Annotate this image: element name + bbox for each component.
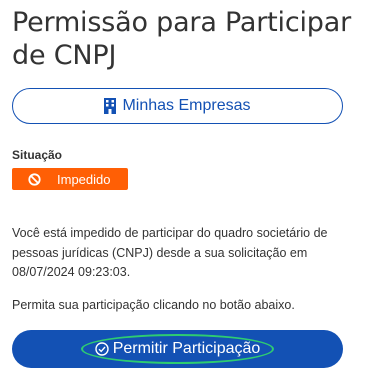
allow-participation-highlight: Permitir Participação [80, 334, 275, 364]
status-badge: Impedido [12, 168, 128, 190]
my-companies-label: Minhas Empresas [122, 97, 251, 114]
check-circle-icon [94, 342, 109, 356]
block-icon [28, 172, 41, 186]
page: Permissão para Participar de CNPJ Minhas… [0, 0, 370, 386]
my-companies-button[interactable]: Minhas Empresas [12, 88, 343, 124]
allow-participation-label: Permitir Participação [112, 340, 261, 357]
status-label: Situação [12, 148, 63, 162]
building-icon [104, 98, 117, 114]
hint-text: Permita sua participação clicando no bot… [12, 298, 295, 312]
status-badge-text: Impedido [57, 171, 111, 187]
allow-participation-button[interactable]: Permitir Participação [12, 330, 343, 368]
page-title: Permissão para Participar de CNPJ [12, 7, 351, 71]
status-description: Você está impedido de participar do quad… [12, 226, 328, 279]
